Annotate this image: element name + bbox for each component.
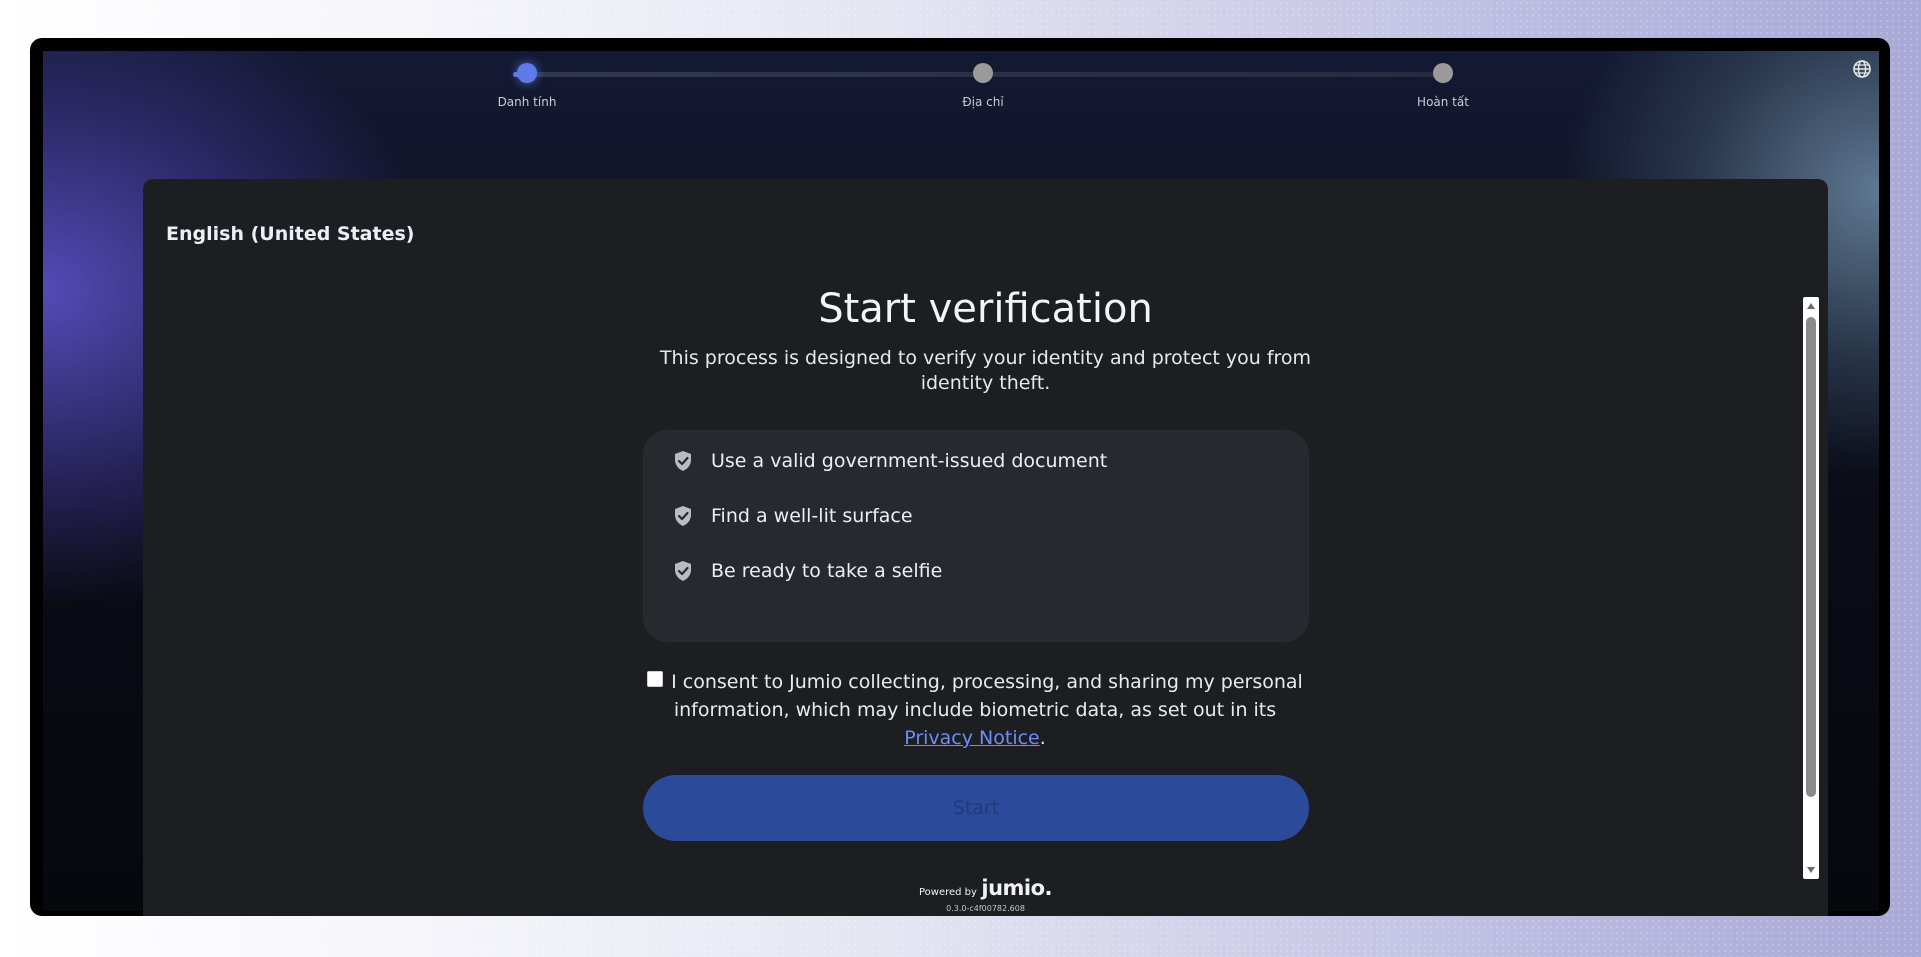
language-selector[interactable]: English (United States) (166, 223, 414, 245)
page-title: Start verification (818, 286, 1153, 332)
verification-card: English (United States) Start verificati… (143, 179, 1828, 916)
browser-frame: Danh tính Địa chỉ Hoàn tất English (Unit… (30, 38, 1890, 916)
list-item: Find a well-lit surface (673, 501, 913, 531)
verification-scene: Danh tính Địa chỉ Hoàn tất English (Unit… (43, 51, 1879, 916)
consent-period: . (1039, 727, 1046, 749)
consent-text: I consent to Jumio collecting, processin… (671, 671, 1303, 721)
requirements-list: Use a valid government-issued document F… (643, 430, 1309, 642)
scroll-thumb[interactable] (1806, 317, 1816, 797)
scrollbar[interactable] (1803, 297, 1819, 879)
step-label: Địa chỉ (962, 95, 1004, 109)
step-dot (1433, 63, 1453, 83)
step-complete: Hoàn tất (1343, 63, 1543, 109)
consent-checkbox[interactable] (647, 671, 664, 687)
shield-check-icon (675, 506, 691, 526)
list-item: Use a valid government-issued document (673, 446, 1107, 476)
list-item: Be ready to take a selfie (673, 556, 942, 586)
powered-by-text: Powered by (918, 887, 977, 898)
page-subtitle: This process is designed to verify your … (659, 347, 1312, 394)
progress-stepper: Danh tính Địa chỉ Hoàn tất (43, 51, 1879, 151)
step-dot-active (517, 63, 537, 83)
shield-check-icon (675, 451, 691, 471)
start-button[interactable]: Start (643, 775, 1309, 841)
step-label: Danh tính (497, 95, 557, 109)
step-dot (973, 63, 993, 83)
shield-check-icon (675, 561, 691, 581)
scroll-down-arrow-icon[interactable] (1807, 867, 1815, 873)
consent-block: I consent to Jumio collecting, processin… (641, 668, 1309, 752)
step-label: Hoàn tất (1417, 95, 1469, 109)
privacy-notice-link[interactable]: Privacy Notice (904, 727, 1040, 749)
list-item-text: Be ready to take a selfie (711, 560, 943, 582)
step-identity: Danh tính (427, 63, 627, 109)
scroll-up-arrow-icon[interactable] (1807, 303, 1815, 309)
version-text: 0.3.0-c4f00782.608 (946, 904, 1025, 913)
globe-icon[interactable] (1852, 59, 1872, 79)
step-address: Địa chỉ (883, 63, 1083, 109)
list-item-text: Use a valid government-issued document (711, 450, 1108, 472)
footer: Powered by jumio. 0.3.0-c4f00782.608 (143, 876, 1828, 913)
jumio-logo: jumio. (981, 876, 1053, 900)
list-item-text: Find a well-lit surface (711, 505, 913, 527)
